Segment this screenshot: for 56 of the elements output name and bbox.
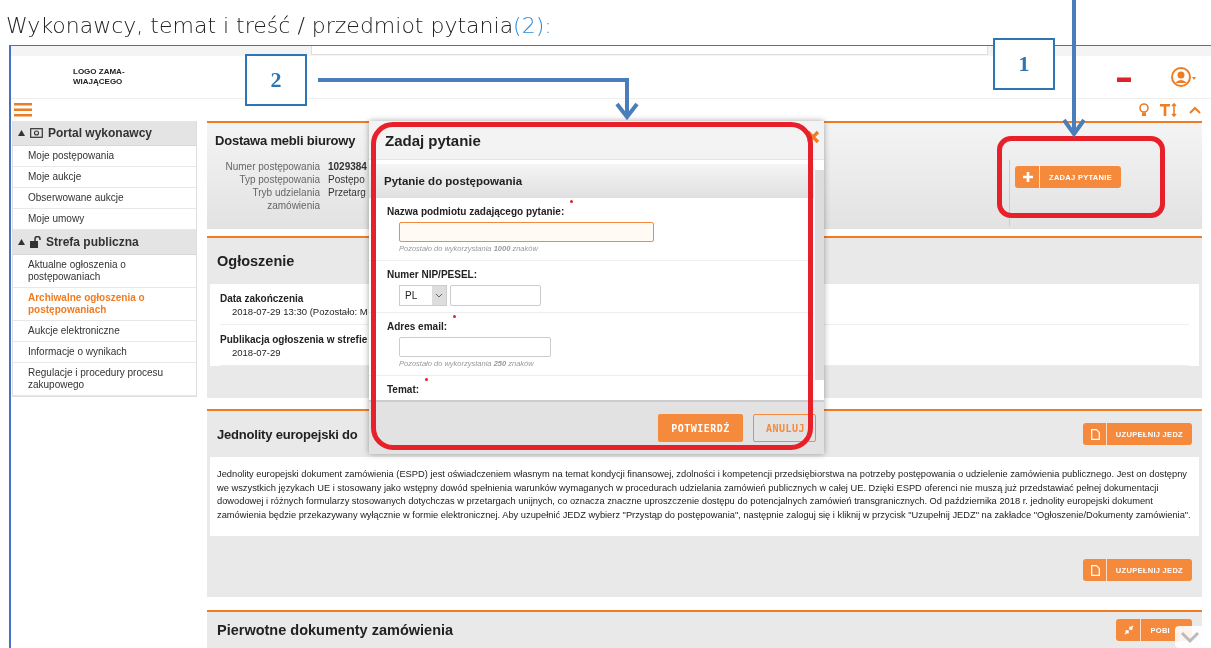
sidebar-item[interactable]: Informacje o wynikach <box>13 342 196 363</box>
triangle-icon <box>18 130 25 136</box>
caret-icon <box>432 286 446 305</box>
sidebar-item[interactable]: Regulacje i procedury procesu zakupowego <box>13 363 196 396</box>
sidebar-section-header[interactable]: Strefa publiczna <box>13 230 196 255</box>
detail-label: Typ postępowania <box>238 173 320 186</box>
detail-value: Przetarg <box>328 186 367 200</box>
field-label: Publikacja ogłoszenia w strefie <box>220 334 368 345</box>
chevron-up-icon[interactable] <box>1189 106 1201 114</box>
banknote-icon <box>30 128 43 138</box>
plus-icon <box>1023 172 1033 182</box>
field-label: Nazwa podmiotu zadającego pytanie: <box>387 206 565 217</box>
text-size-icon[interactable] <box>1159 103 1179 117</box>
chevron-down-icon[interactable] <box>1175 626 1205 648</box>
field-label: Adres email: <box>387 321 448 332</box>
triangle-icon <box>18 239 25 245</box>
sidebar-item[interactable]: Moje aukcje <box>13 167 196 188</box>
field-label: Data zakończenia <box>220 293 304 304</box>
detail-value: Postępo <box>328 173 366 186</box>
menu-icon[interactable] <box>14 103 32 117</box>
field-label: Numer NIP/PESEL: <box>387 269 478 280</box>
caption-marker: (2): <box>513 13 552 38</box>
field-value: 2018-07-29 13:30 (Pozostało: M <box>232 306 368 317</box>
sidebar-section-header[interactable]: Portal wykonawcy <box>13 121 196 146</box>
procedure-title: Dostawa mebli biurowy <box>215 133 357 148</box>
dialog-title: Zadaj pytanie <box>385 131 481 149</box>
document-icon <box>1090 564 1100 576</box>
callout-label: 1 <box>993 38 1055 90</box>
sidebar-item[interactable]: Moje postępowania <box>13 146 196 167</box>
field-value: 2018-07-29 <box>232 347 281 358</box>
sidebar-item[interactable]: Aukcje elektroniczne <box>13 321 196 342</box>
lightbulb-icon[interactable] <box>1139 103 1149 117</box>
detail-label: Numer postępowania <box>224 160 320 173</box>
document-icon <box>1090 428 1100 440</box>
section-title: Ogłoszenie <box>217 253 295 269</box>
detail-label: Tryb udzielania zamówienia <box>251 186 320 212</box>
input-field[interactable] <box>399 222 654 242</box>
field-label: Temat: <box>387 384 420 395</box>
padlock-icon <box>30 236 41 248</box>
callout-label: 2 <box>245 54 307 106</box>
country-select[interactable]: PL <box>399 285 447 306</box>
input-field[interactable] <box>399 337 551 357</box>
section-title: Jednolity europejski do <box>217 426 358 442</box>
description-paragraph: Jednolity europejski dokument zamówienia (ESPD) jest oświadczeniem własnym na temat kondycji finansowej, zdolności i kompetencji przedsiębiorstwa na potrzeby postępowania o udzielenie zamówienia publicznego. Jest on dostępny we wszystkich językach UE i stosowany jako wstępny dowód spełnienia warunków wymaganych w procedurach udzielania zamówień publicznych w całej UE. Dzięki ESPD oferenci nie muszą już przedstawiać pełnej dokumentacji dowodowej i różnych formularzy stosowanych dotychczas w przetargach unijnych, co oznacza znaczne uproszczenie dostępu do potencjalnych zamówień transgranicznych. Od października 2018 r. jednolity europejski dokument zamówienia będzie przekazywany wyłącznie w formie elektronicznej. Aby uzupełnić JEDZ wybierz "Przystąp do postępowania", następnie zaloguj się i kliknij w przycisk "Uzupełnij JEDZ" na zakładce "Ogłoszenie/Dokumenty zamówienia". <box>210 457 1199 536</box>
flag-icon[interactable] <box>1117 72 1131 82</box>
section-title: Pierwotne dokumenty zamówienia <box>217 622 454 638</box>
user-icon[interactable] <box>1171 67 1197 87</box>
logo-text: LOGO ZAMA- WIAJĄCEGO <box>73 67 125 87</box>
sidebar-item[interactable]: Obserwowane aukcje <box>13 188 196 209</box>
sidebar-item[interactable]: Aktualne ogłoszenia o postępowaniach <box>13 255 196 288</box>
collapse-arrows-icon <box>1124 625 1135 635</box>
scrollbar[interactable] <box>815 170 824 380</box>
caption-text: Wykonawcy, temat i treść / przedmiot pytania <box>6 13 514 38</box>
input-field[interactable] <box>450 285 541 306</box>
form-section-header: Pytanie do postępowania <box>369 164 814 198</box>
detail-value: 1029384 <box>328 160 367 173</box>
